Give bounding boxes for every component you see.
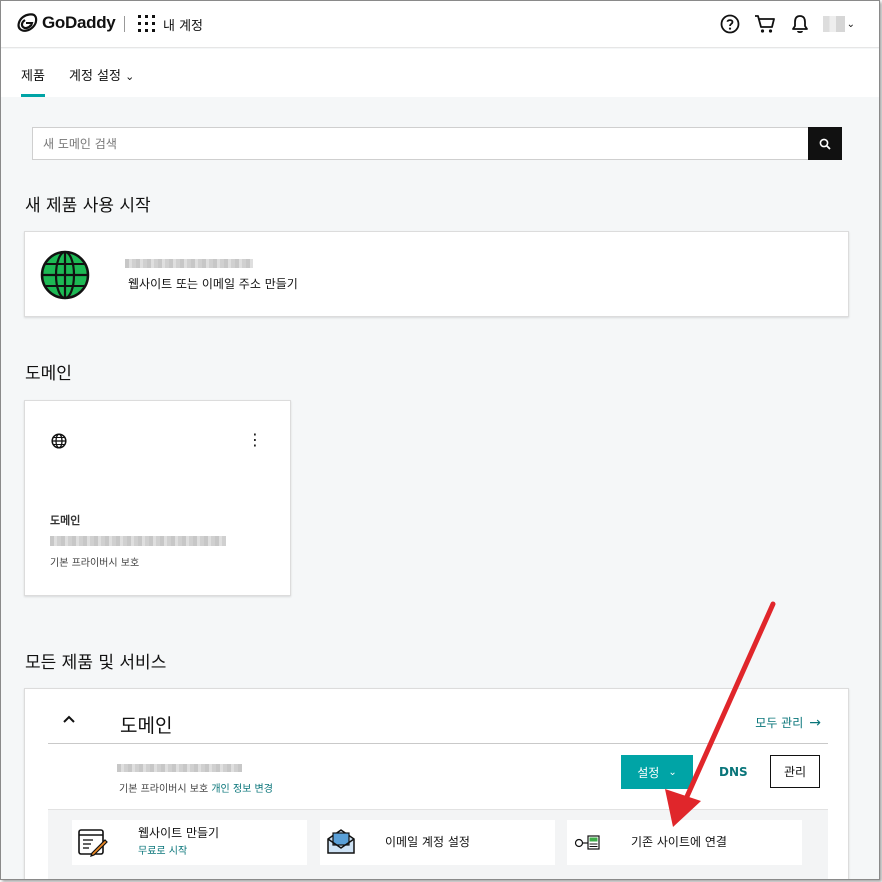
domain-search-bar — [32, 127, 842, 160]
arrow-right-icon: → — [809, 714, 821, 731]
my-account-label[interactable]: 내 계정 — [163, 15, 203, 34]
globe-icon — [51, 433, 67, 449]
manage-button[interactable]: 관리 — [770, 755, 820, 788]
redacted-domain-name — [50, 536, 226, 546]
change-privacy-link[interactable]: 개인 정보 변경 — [211, 784, 273, 795]
domain-row-subtext: 기본 프라이버시 보호 개인 정보 변경 — [119, 780, 273, 795]
section-title-all: 모든 제품 및 서비스 — [25, 653, 167, 673]
setup-button[interactable]: 설정 ⌄ — [621, 755, 693, 789]
sub-navigation: 제품 계정 설정 ⌄ — [1, 49, 879, 97]
chevron-down-icon: ⌄ — [125, 70, 135, 83]
redacted-domain-name — [125, 259, 253, 268]
domain-card[interactable]: ⋮ 도메인 기본 프라이버시 보호 — [24, 400, 291, 596]
tab-products[interactable]: 제품 — [21, 65, 45, 84]
header-icons: ⌄ — [706, 13, 855, 35]
logo-text: GoDaddy — [42, 13, 116, 32]
manage-all-link[interactable]: 모두 관리 → — [755, 714, 821, 731]
tile-connect-existing-site[interactable]: 기존 사이트에 연결 — [567, 820, 802, 865]
redacted-domain-name — [117, 764, 242, 772]
browser-frame: GoDaddy 내 계정 ⌄ 제품 계정 설정 ⌄ 새 도메인 검색 새 제품 … — [0, 0, 880, 880]
divider — [48, 743, 828, 744]
connect-site-icon — [574, 835, 600, 850]
chevron-down-icon[interactable]: ⌄ — [847, 19, 855, 30]
section-title-start: 새 제품 사용 시작 — [25, 196, 151, 216]
domain-card-label: 도메인 — [50, 514, 81, 527]
email-icon — [327, 829, 355, 854]
godaddy-logo[interactable]: GoDaddy — [17, 13, 116, 33]
tile-build-website[interactable]: 웹사이트 만들기 무료로 시작 — [72, 820, 307, 865]
domain-privacy-label: 기본 프라이버시 보호 — [50, 558, 140, 569]
tile-link[interactable]: 무료로 시작 — [138, 842, 187, 857]
privacy-text: 기본 프라이버시 보호 — [119, 784, 209, 795]
cart-icon[interactable] — [754, 13, 776, 35]
dns-button[interactable]: DNS — [719, 765, 748, 779]
tile-label: 웹사이트 만들기 — [138, 826, 220, 840]
domain-search-input[interactable] — [33, 128, 793, 159]
start-card-subtitle: 웹사이트 또는 이메일 주소 만들기 — [128, 277, 298, 291]
globe-icon — [40, 250, 90, 300]
section-title-domains: 도메인 — [25, 364, 72, 384]
more-options-icon[interactable]: ⋮ — [247, 432, 263, 448]
tile-email-setup[interactable]: 이메일 계정 설정 — [320, 820, 555, 865]
website-builder-icon — [78, 829, 108, 857]
tab-account-settings-label: 계정 설정 — [69, 69, 121, 84]
bell-icon[interactable] — [789, 13, 811, 35]
search-button[interactable] — [808, 127, 842, 160]
tile-label: 기존 사이트에 연결 — [631, 835, 727, 849]
top-header: GoDaddy 내 계정 ⌄ — [1, 1, 879, 48]
header-divider — [124, 16, 125, 32]
start-product-card[interactable]: 웹사이트 또는 이메일 주소 만들기 — [24, 231, 849, 317]
chevron-up-icon[interactable] — [62, 714, 76, 724]
tab-account-settings[interactable]: 계정 설정 ⌄ — [69, 65, 134, 84]
chevron-down-icon: ⌄ — [668, 766, 677, 778]
all-products-card: 도메인 모두 관리 → 기본 프라이버시 보호 개인 정보 변경 설정 ⌄ DN… — [24, 688, 849, 879]
manage-all-label: 모두 관리 — [755, 716, 804, 730]
setup-button-label: 설정 — [637, 765, 660, 780]
active-tab-indicator — [21, 94, 45, 97]
help-icon[interactable] — [719, 13, 741, 35]
product-group-title: 도메인 — [120, 715, 173, 737]
apps-grid-icon[interactable] — [138, 15, 155, 32]
avatar[interactable] — [822, 16, 845, 32]
tile-label: 이메일 계정 설정 — [385, 835, 470, 849]
godaddy-logo-icon — [17, 13, 38, 32]
search-icon — [819, 138, 831, 150]
